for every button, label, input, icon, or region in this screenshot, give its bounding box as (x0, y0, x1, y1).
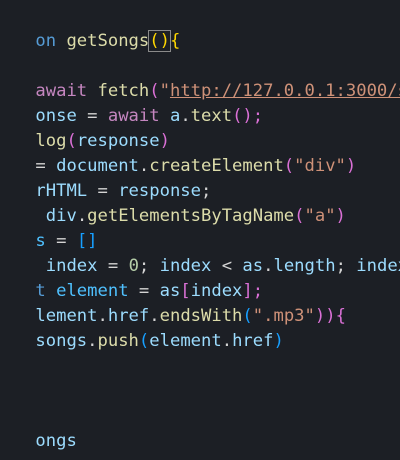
function-name-token: push (97, 331, 139, 351)
bracket-token: ( (138, 331, 150, 351)
code-line[interactable]: on getSongs(){ (0, 4, 180, 52)
bracket-token: ) (273, 331, 284, 351)
string-token: "a" (304, 206, 336, 226)
property-token: href (232, 331, 274, 351)
property-token: length (273, 256, 336, 276)
punctuation-token: ; (335, 256, 357, 276)
code-line[interactable]: lement.href.endsWith(".mp3")){ (0, 279, 346, 326)
punctuation-token: . (263, 256, 274, 276)
bracket-token: ( (294, 206, 305, 226)
code-line[interactable]: ongs (0, 404, 76, 451)
bracket-token: (); (232, 106, 264, 126)
string-token: "div" (294, 156, 346, 176)
bracket-token: ) (345, 156, 357, 176)
function-name-token: getSongs (66, 31, 150, 51)
code-line[interactable]: s = [] (0, 204, 97, 251)
brace-token: { (169, 31, 181, 51)
variable-token: ongs (35, 431, 77, 451)
punctuation-token: . (221, 331, 233, 351)
code-line[interactable]: onse = await a.text(); (0, 79, 263, 126)
bracket-token: ( (283, 156, 295, 176)
code-line[interactable]: log(response) (0, 104, 170, 151)
code-line[interactable]: index = 0; index < as.length; index++ (0, 229, 400, 276)
code-line[interactable]: await fetch("http://127.0.0.1:3000/son (0, 54, 400, 101)
variable-token: index (356, 256, 400, 276)
code-editor[interactable]: on getSongs(){ await fetch("http://127.0… (0, 0, 400, 460)
code-line[interactable]: t element = as[index]; (0, 254, 263, 301)
function-name-token: text (190, 106, 233, 126)
code-line[interactable]: rHTML = response; (0, 154, 211, 201)
brace-token: { (335, 306, 346, 326)
punctuation-token: . (87, 331, 98, 351)
variable-token: element (149, 331, 222, 351)
code-line[interactable]: songs.push(element.href) (0, 304, 283, 351)
keyword-token: on (35, 31, 67, 51)
bracket-token: )) (314, 306, 336, 326)
function-name-token: getElementsByTagName (87, 206, 295, 226)
code-line[interactable]: div.getElementsByTagName("a") (0, 179, 346, 226)
punctuation-token: . (180, 106, 191, 126)
variable-token: a (169, 106, 181, 126)
bracket-token: () (148, 30, 171, 52)
bracket-token: ) (335, 206, 346, 226)
variable-token: songs (35, 331, 88, 351)
code-line[interactable]: = document.createElement("div") (0, 129, 356, 176)
